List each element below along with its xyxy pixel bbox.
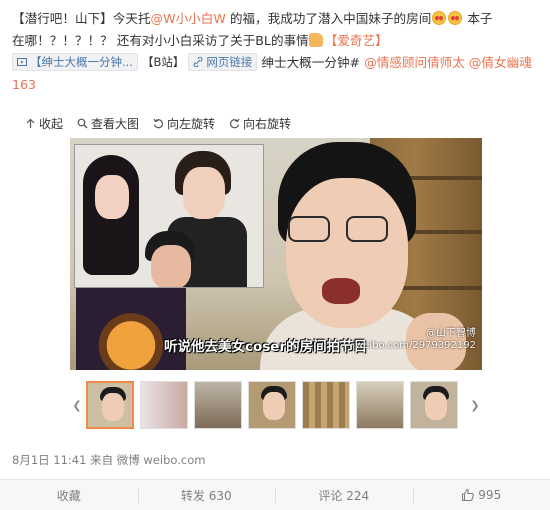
magnifier-icon (77, 118, 88, 128)
thumbnail-5[interactable] (302, 381, 350, 429)
poster (76, 288, 186, 370)
view-large-label: 查看大图 (91, 116, 140, 131)
glasses-icon (288, 216, 330, 242)
post-meta: 8月1日 11:41 来自 微博 weibo.com (12, 452, 205, 468)
thumbnail-1[interactable] (86, 381, 134, 429)
video-link-chip[interactable]: 【绅士大概一分钟... (12, 53, 138, 71)
glasses-icon (346, 216, 388, 242)
thumbnail-6[interactable] (356, 381, 404, 429)
post-text-part: 绅士大概一分钟# (257, 55, 361, 70)
post-source[interactable]: 微博 weibo.com (117, 453, 206, 467)
rotate-right-icon (230, 118, 240, 128)
post-text-part: 本子 (463, 11, 493, 26)
host-mouth (322, 278, 360, 304)
rotate-right-label: 向右旋转 (243, 116, 292, 131)
rotate-left-button[interactable]: 向左旋转 (153, 115, 215, 132)
post-time[interactable]: 8月1日 11:41 (12, 453, 86, 467)
prev-arrow-icon[interactable]: ❮ (70, 377, 84, 433)
chip-label: 网页链接 (206, 55, 253, 69)
chip-label: 【绅士大概一分钟... (30, 55, 133, 69)
post-text-part: 的福，我成功了潜入中国妹子的房间 (225, 11, 432, 26)
mention-link[interactable]: @情感顾问倩师太 (360, 55, 465, 70)
chip-label: 【B站】 (141, 55, 185, 69)
post-text-part: 在哪！？！？！？ 还有对小小白采访了关于BL的事情 (12, 33, 309, 48)
like-count: 995 (478, 488, 502, 502)
next-arrow-icon[interactable]: ❯ (468, 377, 482, 433)
thumbnail-4[interactable] (248, 381, 296, 429)
photo-subtitle: 听说他去美女coser的房间拍节目 (164, 339, 368, 355)
thumbnail-7[interactable] (410, 381, 458, 429)
inset-selfie (74, 144, 264, 288)
favorite-label: 收藏 (56, 488, 81, 503)
heart-eyes-emoji-icon (448, 11, 463, 25)
collapse-label: 收起 (39, 116, 64, 131)
rotate-right-button[interactable]: 向右旋转 (229, 115, 291, 132)
bilibili-link-chip[interactable]: 【B站】 (142, 54, 184, 72)
thumbnail-strip: ❮ ❯ (70, 377, 482, 433)
comment-button[interactable]: 评论 224 (275, 480, 413, 510)
heart-eyes-emoji-icon (432, 11, 447, 25)
action-bar: 收藏 转发 630 评论 224 995 (0, 479, 550, 510)
collapse-button[interactable]: 收起 (25, 115, 63, 132)
mention-link[interactable]: @W小小白W (151, 11, 226, 26)
web-link-chip[interactable]: 网页链接 (188, 53, 258, 71)
video-icon (17, 58, 27, 66)
thumbs-up-emoji-icon (308, 33, 323, 47)
watermark-name: @山下智博 (426, 328, 476, 339)
post-text-part: 【潜行吧！山下】今天托 (12, 11, 151, 26)
comment-label: 评论 224 (318, 488, 370, 503)
repost-label: 转发 630 (180, 488, 232, 503)
thumbs-up-icon (462, 488, 475, 502)
view-large-button[interactable]: 查看大图 (77, 115, 139, 132)
post-text: 【潜行吧！山下】今天托@W小小白W 的福，我成功了潜入中国妹子的房间 本子 在哪… (12, 8, 540, 96)
thumbnail-list (84, 381, 468, 429)
topic-link[interactable]: 【爱奇艺】 (325, 33, 388, 48)
thumbnail-3[interactable] (194, 381, 242, 429)
link-icon (194, 57, 203, 67)
photo-watermark: @山下智博 weibo.com/2979392192 (355, 328, 476, 352)
from-label: 来自 (90, 453, 114, 467)
watermark-url: weibo.com/2979392192 (355, 340, 476, 351)
like-button[interactable]: 995 (412, 480, 550, 510)
arrow-up-icon (26, 118, 35, 128)
image-toolbar: 收起 查看大图 向左旋转 向右旋转 (12, 112, 538, 134)
rotate-left-icon (153, 118, 164, 128)
rotate-left-label: 向左旋转 (167, 116, 216, 131)
favorite-button[interactable]: 收藏 (0, 480, 138, 510)
main-photo[interactable]: 听说他去美女coser的房间拍节目 @山下智博 weibo.com/297939… (70, 138, 482, 370)
thumbnail-2[interactable] (140, 381, 188, 429)
repost-button[interactable]: 转发 630 (137, 480, 276, 510)
host-face (286, 178, 408, 328)
